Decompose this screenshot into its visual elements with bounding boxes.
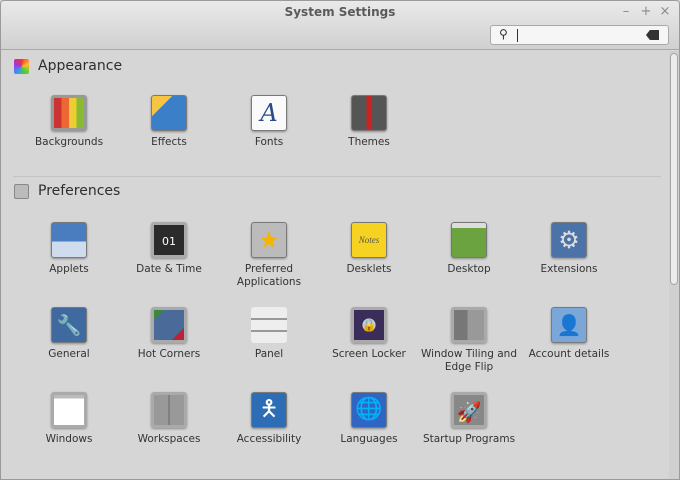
icon-glyph: 🚀 bbox=[456, 400, 482, 424]
icon-glyph: A bbox=[260, 99, 278, 127]
applets-icon bbox=[51, 222, 87, 258]
close-button[interactable]: × bbox=[658, 4, 672, 19]
item-label: Languages bbox=[340, 433, 398, 445]
search-icon: ⚲ bbox=[499, 27, 508, 41]
settings-content: Appearance Backgrounds Effects A Fonts Themes… bbox=[1, 50, 667, 479]
item-label: Accessibility bbox=[236, 433, 302, 445]
settings-item-accessibility[interactable]: 🯅 Accessibility bbox=[219, 392, 319, 446]
icon-glyph: ★ bbox=[258, 226, 280, 254]
clear-icon[interactable] bbox=[646, 30, 659, 40]
settings-item-account-details[interactable]: 👤 Account details bbox=[519, 307, 619, 361]
window-title: System Settings bbox=[284, 5, 396, 19]
item-label: Panel bbox=[254, 348, 284, 360]
settings-item-hot-corners[interactable]: Hot Corners bbox=[119, 307, 219, 361]
settings-item-themes[interactable]: Themes bbox=[319, 95, 419, 149]
settings-item-desklets[interactable]: Notes Desklets bbox=[319, 222, 419, 276]
settings-item-languages[interactable]: 🌐 Languages bbox=[319, 392, 419, 446]
settings-item-screen-locker[interactable]: 🔒 Screen Locker bbox=[319, 307, 419, 361]
settings-item-windows[interactable]: Windows bbox=[19, 392, 119, 446]
themes-icon bbox=[351, 95, 387, 131]
screen-locker-icon: 🔒 bbox=[351, 307, 387, 343]
icon-glyph: 👤 bbox=[556, 313, 582, 337]
item-label: Account details bbox=[528, 348, 610, 360]
settings-item-backgrounds[interactable]: Backgrounds bbox=[19, 95, 119, 149]
fonts-icon: A bbox=[251, 95, 287, 131]
panel-icon bbox=[251, 307, 287, 343]
system-settings-window: System Settings – + × ⚲ Appearance Backgr… bbox=[0, 0, 680, 480]
icon-glyph: 🌐 bbox=[355, 397, 383, 422]
scrollbar-thumb[interactable] bbox=[670, 53, 678, 285]
minimize-button[interactable]: – bbox=[619, 4, 633, 19]
icon-glyph: 🔧 bbox=[56, 313, 82, 337]
icon-glyph: Notes bbox=[358, 235, 380, 245]
text-cursor bbox=[517, 29, 518, 42]
icon-glyph: 🔒 bbox=[361, 318, 377, 332]
item-label: Preferred Applications bbox=[236, 263, 302, 288]
window-tiling-icon bbox=[451, 307, 487, 343]
settings-item-panel[interactable]: Panel bbox=[219, 307, 319, 361]
windows-icon bbox=[51, 392, 87, 428]
preferences-icon bbox=[14, 183, 29, 199]
scrollbar[interactable] bbox=[669, 51, 679, 479]
section-header-appearance: Appearance bbox=[14, 58, 122, 74]
settings-item-startup-programs[interactable]: 🚀 Startup Programs bbox=[419, 392, 519, 446]
preferred-applications-icon: ★ bbox=[251, 222, 287, 258]
item-label: Workspaces bbox=[137, 433, 201, 445]
item-label: Effects bbox=[151, 136, 187, 148]
accessibility-icon: 🯅 bbox=[251, 392, 287, 428]
settings-item-applets[interactable]: Applets bbox=[19, 222, 119, 276]
item-label: Applets bbox=[49, 263, 89, 275]
icon-glyph: 🯅 bbox=[259, 397, 279, 422]
maximize-button[interactable]: + bbox=[639, 4, 653, 19]
icon-glyph: 01 bbox=[162, 235, 176, 248]
item-label: Backgrounds bbox=[34, 136, 104, 148]
extensions-icon: ⚙ bbox=[551, 222, 587, 258]
settings-item-effects[interactable]: Effects bbox=[119, 95, 219, 149]
settings-item-preferred-applications[interactable]: ★ Preferred Applications bbox=[219, 222, 319, 289]
settings-item-extensions[interactable]: ⚙ Extensions bbox=[519, 222, 619, 276]
item-label: Screen Locker bbox=[332, 348, 406, 360]
item-label: Window Tiling and Edge Flip bbox=[421, 348, 517, 373]
titlebar: System Settings – + × ⚲ bbox=[1, 1, 679, 50]
search-input[interactable]: ⚲ bbox=[490, 25, 669, 45]
backgrounds-icon bbox=[51, 95, 87, 131]
item-label: Windows bbox=[45, 433, 93, 445]
section-divider bbox=[13, 176, 661, 177]
icon-glyph: ⚙ bbox=[558, 226, 580, 254]
general-icon: 🔧 bbox=[51, 307, 87, 343]
effects-icon bbox=[151, 95, 187, 131]
item-label: Extensions bbox=[540, 263, 598, 275]
account-details-icon: 👤 bbox=[551, 307, 587, 343]
settings-item-date-time[interactable]: 01 Date & Time bbox=[119, 222, 219, 276]
item-label: General bbox=[48, 348, 90, 360]
date-time-icon: 01 bbox=[151, 222, 187, 258]
item-label: Date & Time bbox=[136, 263, 202, 275]
desklets-icon: Notes bbox=[351, 222, 387, 258]
settings-item-workspaces[interactable]: Workspaces bbox=[119, 392, 219, 446]
section-title: Preferences bbox=[38, 183, 121, 199]
hot-corners-icon bbox=[151, 307, 187, 343]
settings-item-desktop[interactable]: Desktop bbox=[419, 222, 519, 276]
item-label: Startup Programs bbox=[422, 433, 516, 445]
item-label: Hot Corners bbox=[137, 348, 201, 360]
languages-icon: 🌐 bbox=[351, 392, 387, 428]
desktop-icon bbox=[451, 222, 487, 258]
item-label: Desktop bbox=[447, 263, 491, 275]
settings-item-fonts[interactable]: A Fonts bbox=[219, 95, 319, 149]
section-header-preferences: Preferences bbox=[14, 183, 120, 199]
item-label: Desklets bbox=[346, 263, 392, 275]
settings-item-general[interactable]: 🔧 General bbox=[19, 307, 119, 361]
appearance-icon bbox=[14, 58, 29, 74]
item-label: Themes bbox=[348, 136, 390, 148]
settings-item-window-tiling[interactable]: Window Tiling and Edge Flip bbox=[419, 307, 519, 374]
startup-programs-icon: 🚀 bbox=[451, 392, 487, 428]
section-title: Appearance bbox=[38, 58, 123, 74]
workspaces-icon bbox=[151, 392, 187, 428]
item-label: Fonts bbox=[254, 136, 284, 148]
